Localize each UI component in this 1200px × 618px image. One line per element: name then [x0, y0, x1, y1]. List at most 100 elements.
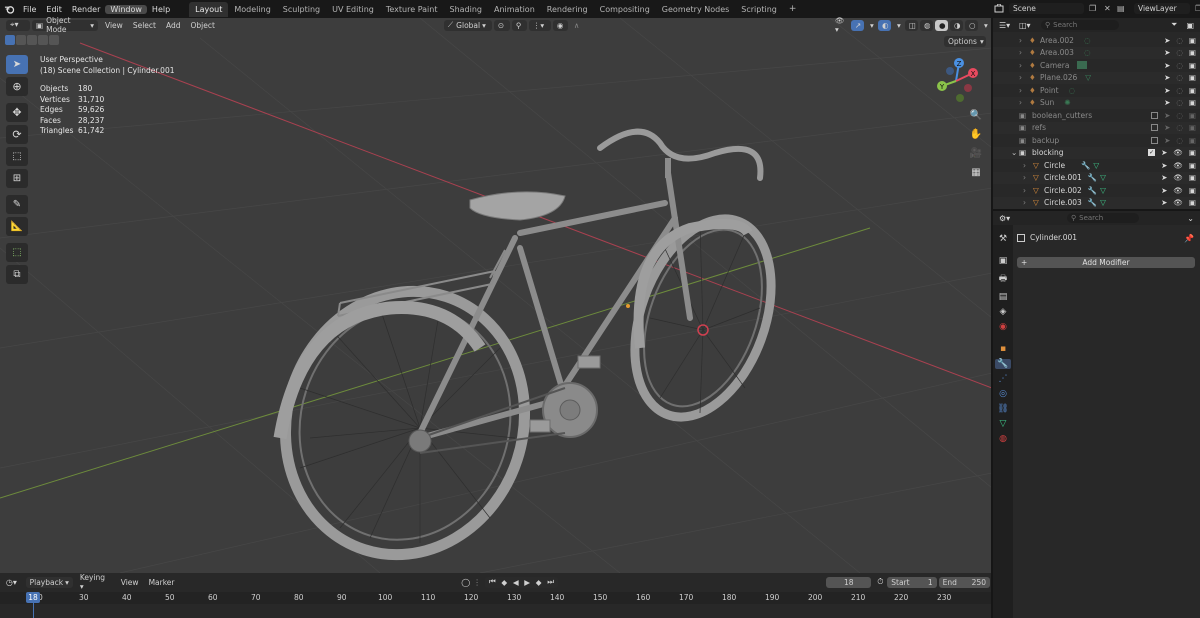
filter-icon[interactable]: ⏷ — [1171, 20, 1177, 30]
area-divider[interactable] — [991, 18, 993, 618]
prev-keyframe-icon[interactable]: ◆ — [501, 578, 507, 587]
hide-toggle-icon[interactable]: ◌ — [1176, 136, 1183, 145]
menu-file[interactable]: File — [18, 5, 41, 14]
next-keyframe-icon[interactable]: ◆ — [536, 578, 542, 587]
select-toggle-icon[interactable]: ➤ — [1161, 198, 1167, 207]
transform-orientation-selector[interactable]: ⟋ Global ▾ — [443, 19, 492, 31]
end-frame-field[interactable]: End 250 — [938, 576, 990, 588]
shading-wireframe-icon[interactable]: ◍ — [920, 19, 933, 31]
move-tool[interactable]: ✥ — [6, 103, 28, 122]
expand-arrow-icon[interactable]: › — [1023, 173, 1033, 182]
menu-help[interactable]: Help — [147, 5, 175, 14]
tab-geometry-nodes[interactable]: Geometry Nodes — [656, 2, 735, 17]
select-toggle-icon[interactable]: ➤ — [1164, 86, 1170, 95]
render-toggle-icon[interactable]: ▣ — [1189, 173, 1196, 182]
outliner-editor-icon[interactable]: ☰▾ — [999, 21, 1015, 30]
material-icon[interactable]: ◍ — [999, 434, 1007, 444]
render-toggle-icon[interactable]: ▣ — [1189, 73, 1196, 82]
tab-layout[interactable]: Layout — [189, 1, 229, 17]
zoom-icon[interactable]: 🔍 — [968, 107, 984, 123]
tree-row[interactable]: ▣ backup ➤ ◌ ▣ — [993, 134, 1200, 147]
hide-toggle-icon[interactable]: 👁 — [1173, 173, 1183, 182]
select-extend-icon[interactable] — [16, 35, 26, 45]
expand-arrow-icon[interactable]: › — [1019, 98, 1029, 107]
playhead[interactable]: 18 — [26, 592, 40, 603]
camera-view-icon[interactable]: 🎥 — [968, 145, 984, 161]
tree-row[interactable]: › ▽ Circle.002 🔧 ▽ ➤ 👁 ▣ — [993, 184, 1200, 197]
physics-icon[interactable]: ◎ — [999, 389, 1007, 399]
render-toggle-icon[interactable]: ▣ — [1189, 48, 1196, 57]
render-toggle-icon[interactable]: ▣ — [1189, 86, 1196, 95]
particles-icon[interactable]: ⋰ — [999, 374, 1008, 384]
ortho-grid-icon[interactable]: ▦ — [968, 164, 984, 180]
menu-edit[interactable]: Edit — [41, 5, 67, 14]
render-toggle-icon[interactable]: ▣ — [1189, 136, 1196, 145]
render-toggle-icon[interactable]: ▣ — [1189, 148, 1196, 157]
object-properties-icon[interactable]: ▪ — [1000, 344, 1006, 354]
shading-dropdown[interactable]: ▾ — [980, 20, 990, 31]
menu-window[interactable]: Window — [105, 4, 147, 14]
measure-tool[interactable]: 📐 — [6, 217, 28, 236]
view-layer-icon[interactable]: ▤ — [999, 292, 1008, 302]
select-toggle-icon[interactable]: ➤ — [1161, 148, 1167, 157]
properties-search[interactable]: ⚲ Search — [1067, 213, 1139, 223]
tab-modeling[interactable]: Modeling — [228, 2, 276, 17]
timeline-editor-icon[interactable]: ◷▾ — [6, 578, 26, 587]
render-toggle-icon[interactable]: ▣ — [1189, 186, 1196, 195]
render-toggle-icon[interactable]: ▣ — [1189, 98, 1196, 107]
hide-toggle-icon[interactable]: ◌ — [1176, 48, 1183, 57]
tree-row[interactable]: › ♦ Camera ➤ ◌ ▣ — [993, 59, 1200, 72]
auto-keying-icon[interactable]: ◯ — [461, 578, 473, 587]
scene-close-icon[interactable]: ✕ — [1104, 4, 1114, 13]
output-settings-icon[interactable]: 🖶 — [999, 271, 1008, 287]
view-menu[interactable]: View — [116, 578, 144, 587]
expand-arrow-icon[interactable]: › — [1019, 61, 1029, 70]
render-toggle-icon[interactable]: ▣ — [1189, 36, 1196, 45]
viewlayer-copy-icon[interactable]: ❐ — [1195, 4, 1200, 13]
modifier-properties-icon[interactable]: 🔧 — [995, 359, 1011, 369]
render-toggle-icon[interactable]: ▣ — [1189, 198, 1196, 207]
annotate-tool[interactable]: ✎ — [6, 195, 28, 214]
object-data-icon[interactable]: ▽ — [1000, 419, 1007, 429]
hide-toggle-icon[interactable]: 👁 — [1173, 186, 1183, 195]
render-toggle-icon[interactable]: ▣ — [1189, 111, 1196, 120]
jump-start-icon[interactable]: ⏮ — [489, 577, 496, 587]
blender-logo-icon[interactable] — [0, 4, 18, 14]
select-box-tool[interactable]: ➤ — [6, 55, 28, 74]
editor-type-button[interactable]: ⌖▾ — [6, 19, 30, 31]
scene-copy-icon[interactable]: ❐ — [1089, 4, 1101, 13]
exclude-checkbox[interactable] — [1151, 124, 1159, 132]
keying-set-icon[interactable]: ⋮ — [473, 578, 485, 587]
rotate-tool[interactable]: ⟳ — [6, 125, 28, 144]
select-toggle-icon[interactable]: ➤ — [1161, 161, 1167, 170]
play-reverse-icon[interactable]: ◀ — [513, 578, 519, 587]
tab-rendering[interactable]: Rendering — [541, 2, 594, 17]
overlays-toggle-icon[interactable]: ◐ — [878, 19, 891, 31]
render-toggle-icon[interactable]: ▣ — [1189, 61, 1196, 70]
snap-toggle-icon[interactable]: ⚲ — [511, 19, 527, 31]
hide-toggle-icon[interactable]: ◌ — [1176, 98, 1183, 107]
menu-select[interactable]: Select — [128, 21, 161, 30]
frame-ruler[interactable]: 0 30 40 50 60 70 80 90 100 110 120 130 1… — [0, 592, 992, 604]
hide-toggle-icon[interactable]: 👁 — [1173, 161, 1183, 170]
shading-rendered-icon[interactable]: ○ — [965, 19, 978, 31]
3d-viewport[interactable] — [0, 18, 992, 573]
tree-row[interactable]: › ♦ Area.003 ◌ ➤ ◌ ▣ — [993, 46, 1200, 59]
hide-toggle-icon[interactable]: ◌ — [1176, 61, 1183, 70]
gizmo-toggle-icon[interactable]: ↗ — [851, 19, 864, 31]
tree-row[interactable]: ▣ refs ➤ ◌ ▣ — [993, 121, 1200, 134]
tab-texture-paint[interactable]: Texture Paint — [380, 2, 444, 17]
select-subtract-icon[interactable] — [27, 35, 37, 45]
world-settings-icon[interactable]: ◉ — [999, 322, 1007, 332]
pan-hand-icon[interactable]: ✋ — [968, 126, 984, 142]
hide-toggle-icon[interactable]: ◌ — [1176, 123, 1183, 132]
scene-selector[interactable]: Scene — [1009, 3, 1084, 14]
transform-tool[interactable]: ⊞ — [6, 169, 28, 188]
jump-end-icon[interactable]: ⏭ — [547, 577, 554, 587]
cursor-tool[interactable]: ⊕ — [6, 77, 28, 96]
shading-material-icon[interactable]: ◑ — [950, 19, 963, 31]
render-toggle-icon[interactable]: ▣ — [1189, 123, 1196, 132]
tree-row[interactable]: › ▽ Circle 🔧 ▽ ➤ 👁 ▣ — [993, 159, 1200, 172]
falloff-button[interactable]: ∧ — [570, 20, 585, 31]
select-intersect-icon[interactable] — [49, 35, 59, 45]
